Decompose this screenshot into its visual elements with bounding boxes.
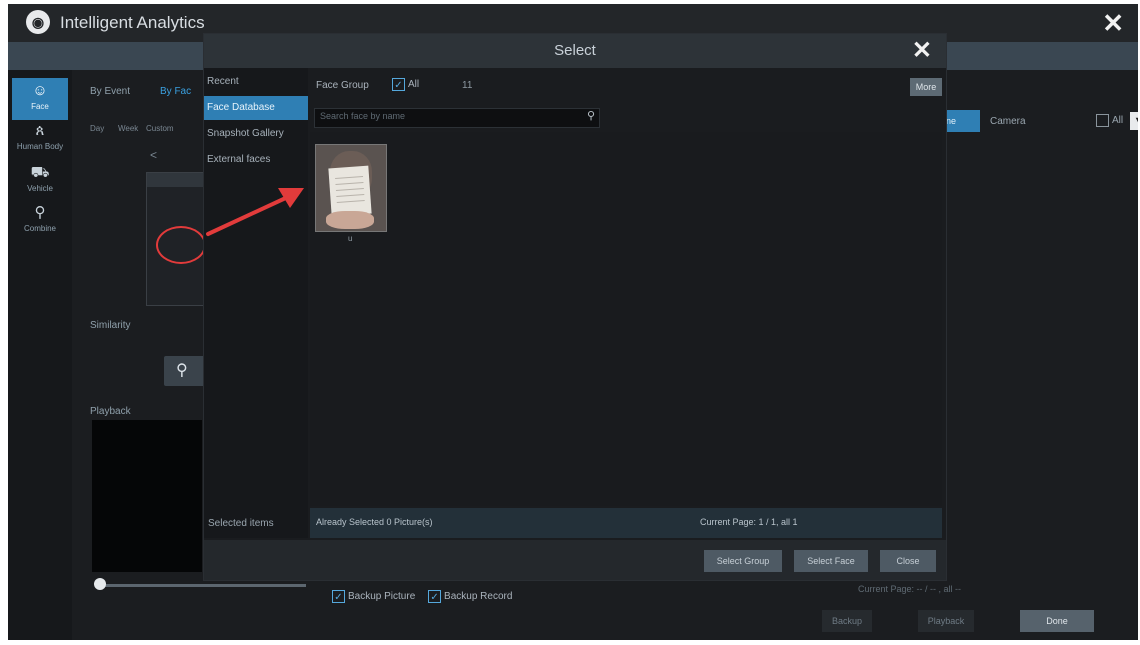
annotation-arrow xyxy=(206,188,304,236)
app-window: ◉ Intelligent Analytics ✕ ☺ Face ጰ Human… xyxy=(8,4,1138,640)
